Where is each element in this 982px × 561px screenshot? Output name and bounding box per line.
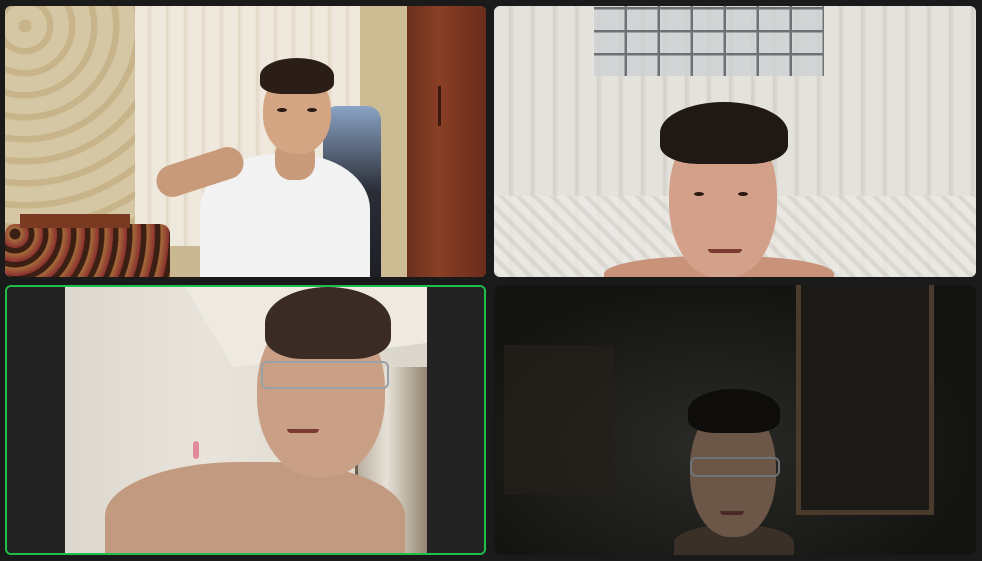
bed-blanket [5,224,170,277]
video-tile-participant-3-active-speaker[interactable] [5,285,486,555]
person-eye [738,192,748,196]
person-hair [688,389,780,433]
video-feed [494,6,976,277]
person-body [105,462,405,553]
video-gallery-grid [0,0,982,561]
person-eye [307,108,317,112]
person-hair [265,287,391,359]
wall-item [193,441,199,459]
letterbox-left [7,287,65,553]
video-feed [65,287,430,553]
person-glasses [690,457,780,477]
person-eye [694,192,704,196]
person-mouth [708,249,742,253]
person-hair [660,102,788,164]
window-grill [594,6,824,76]
video-tile-participant-1[interactable] [5,6,486,277]
person-eye [277,108,287,112]
door-frame [796,285,934,515]
video-feed [5,6,486,277]
video-tile-participant-4[interactable] [494,285,976,555]
shelf [504,345,614,495]
person-hair [260,58,334,94]
person-mouth [720,511,744,515]
person-mouth [287,429,319,433]
bed-frame [20,214,130,228]
wardrobe-handle [438,86,441,126]
video-feed [494,285,976,555]
video-tile-participant-2[interactable] [494,6,976,277]
letterbox-right [427,287,484,553]
person-glasses [261,361,389,389]
wardrobe [407,6,486,277]
